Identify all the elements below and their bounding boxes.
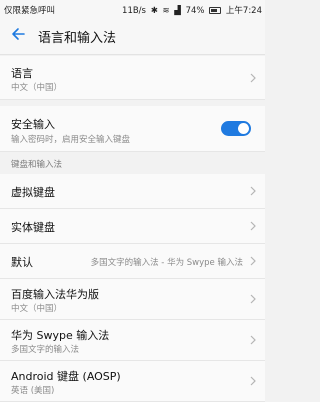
battery-percent: 74% (185, 6, 205, 16)
baidu-title: 百度输入法华为版 (11, 288, 99, 301)
chevron-right-icon (250, 256, 256, 266)
baidu-subtitle: 中文（中国） (11, 304, 63, 314)
section-header: 键盘和输入法 (0, 152, 265, 174)
carrier-status: 仅限紧急呼叫 (4, 6, 56, 16)
status-icons: 11B/s ✱ ≋ ▟ 74% 上午7:24 (120, 4, 262, 16)
physical-keyboard-title: 实体键盘 (11, 221, 55, 234)
physical-keyboard-row[interactable]: 实体键盘 (0, 209, 265, 244)
signal-icon: ▟ (174, 6, 181, 16)
chevron-right-icon (250, 335, 256, 345)
secure-input-subtitle: 输入密码时，启用安全输入键盘 (11, 135, 131, 145)
swype-input-row[interactable]: 华为 Swype 输入法 多国文字的输入法 (0, 320, 265, 361)
secure-input-title: 安全输入 (11, 118, 55, 131)
virtual-keyboard-title: 虚拟键盘 (11, 186, 55, 199)
status-bar: 仅限紧急呼叫 11B/s ✱ ≋ ▟ 74% 上午7:24 (0, 0, 265, 18)
default-title: 默认 (11, 256, 33, 269)
virtual-keyboard-row[interactable]: 虚拟键盘 (0, 174, 265, 209)
language-title: 语言 (11, 67, 33, 80)
chevron-right-icon (250, 294, 256, 304)
toggle-knob (238, 123, 249, 134)
page-title: 语言和输入法 (38, 31, 117, 46)
secure-input-toggle[interactable] (221, 121, 251, 136)
language-row[interactable]: 语言 中文（中国） (0, 56, 265, 100)
clock: 上午7:24 (225, 6, 262, 16)
back-arrow-icon[interactable] (10, 26, 26, 42)
battery-icon (209, 7, 222, 14)
bluetooth-icon: ✱ (150, 6, 158, 16)
network-speed: 11B/s (122, 6, 146, 16)
chevron-right-icon (250, 73, 256, 83)
settings-list: 语言 中文（中国） 安全输入 输入密码时，启用安全输入键盘 键盘和输入法 虚拟键… (0, 56, 265, 402)
baidu-input-row[interactable]: 百度输入法华为版 中文（中国） (0, 279, 265, 320)
chevron-right-icon (250, 376, 256, 386)
aosp-keyboard-row[interactable]: Android 键盘 (AOSP) 英语 (美国) (0, 361, 265, 402)
app-bar: 语言和输入法 (0, 18, 265, 55)
default-value: 多国文字的输入法 - 华为 Swype 输入法 (90, 258, 243, 268)
default-input-row[interactable]: 默认 多国文字的输入法 - 华为 Swype 输入法 (0, 244, 265, 279)
secure-input-row[interactable]: 安全输入 输入密码时，启用安全输入键盘 (0, 106, 265, 152)
aosp-title: Android 键盘 (AOSP) (11, 370, 121, 383)
language-subtitle: 中文（中国） (11, 83, 63, 93)
section-label: 键盘和输入法 (11, 160, 63, 170)
chevron-right-icon (250, 221, 256, 231)
wifi-icon: ≋ (162, 6, 170, 16)
chevron-right-icon (250, 186, 256, 196)
aosp-subtitle: 英语 (美国) (11, 386, 55, 396)
swype-title: 华为 Swype 输入法 (11, 329, 110, 342)
swype-subtitle: 多国文字的输入法 (11, 345, 80, 355)
